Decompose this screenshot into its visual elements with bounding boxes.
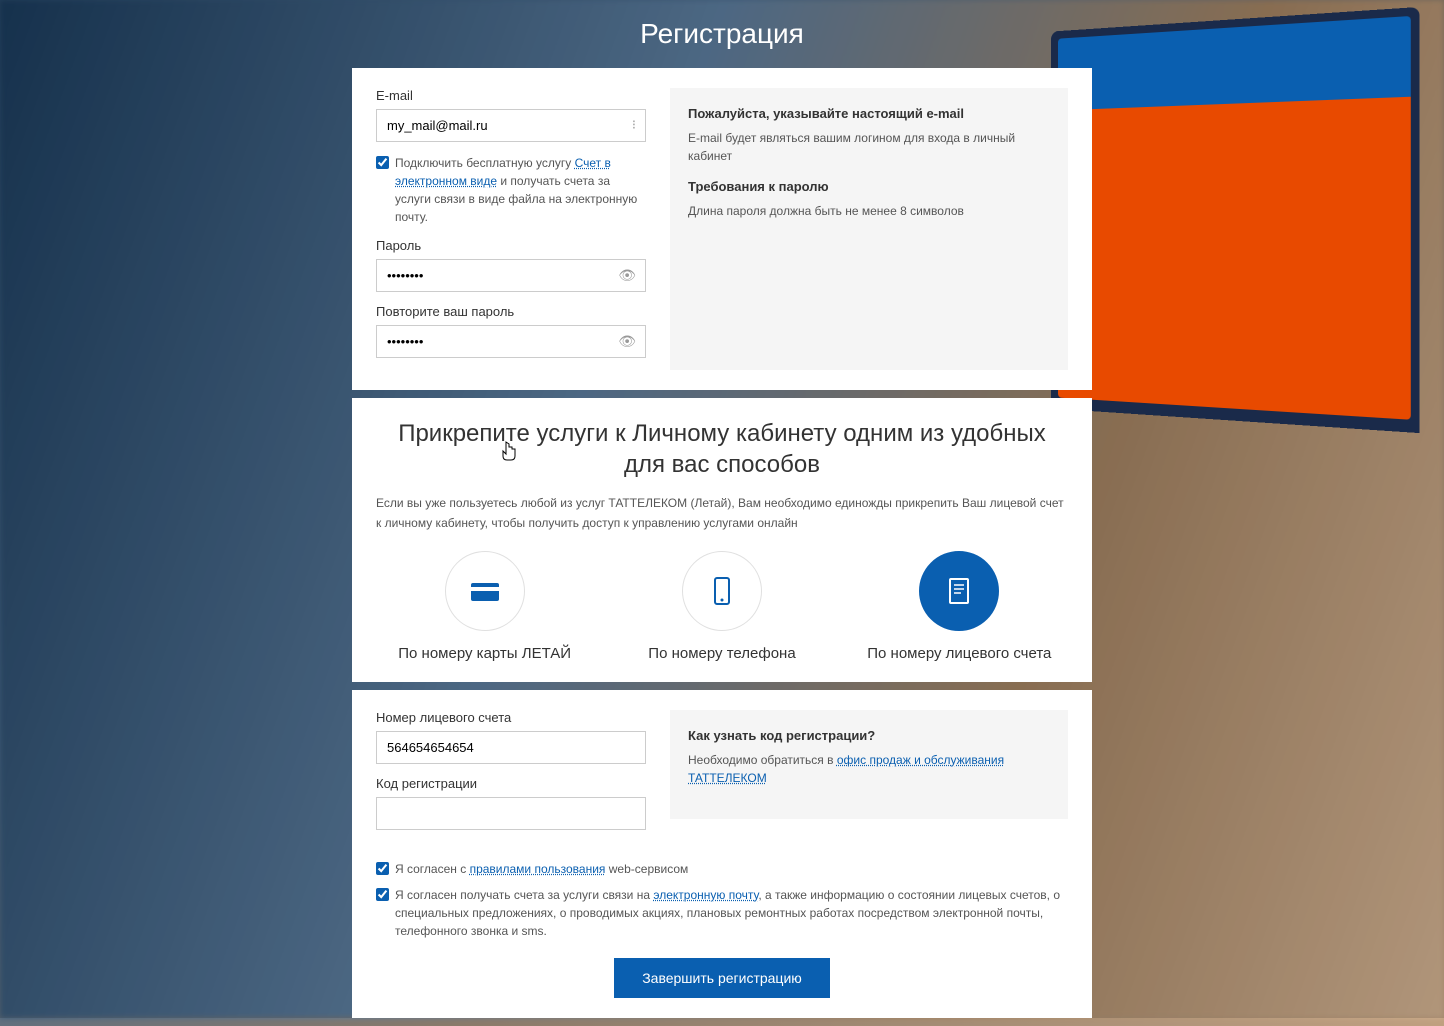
account-number-label: Номер лицевого счета [376, 710, 646, 725]
code-hint-box: Как узнать код регистрации? Необходимо о… [670, 710, 1068, 819]
option-card[interactable]: По номеру карты ЛЕТАЙ [376, 551, 593, 662]
option-phone-label: По номеру телефона [613, 645, 830, 662]
account-panel: Номер лицевого счета Код регистрации Как… [352, 690, 1092, 1018]
code-hint-text: Необходимо обратиться в офис продаж и об… [688, 751, 1050, 787]
credentials-panel: E-mail ⁝ Подключить бесплатную услугу Сч… [352, 68, 1092, 390]
password-label: Пароль [376, 238, 646, 253]
confirm-label: Повторите ваш пароль [376, 304, 646, 319]
account-number-input[interactable] [376, 731, 646, 764]
hint-pw-text: Длина пароля должна быть не менее 8 симв… [688, 202, 1050, 220]
connect-label: Подключить бесплатную услугу Счет в элек… [395, 154, 646, 226]
password-input[interactable] [376, 259, 646, 292]
agree-rules-checkbox[interactable] [376, 862, 389, 875]
key-icon: ⁝ [632, 117, 636, 133]
email-input[interactable] [376, 109, 646, 142]
rules-link[interactable]: правилами пользования [470, 862, 606, 876]
eye-icon[interactable]: 👁 [618, 267, 636, 284]
attach-title: Прикрепите услуги к Личному кабинету одн… [376, 418, 1068, 480]
card-icon [445, 551, 525, 631]
reg-code-label: Код регистрации [376, 776, 646, 791]
agree-rules-label: Я согласен с правилами пользования web-с… [395, 860, 688, 878]
connect-checkbox[interactable] [376, 156, 389, 169]
attach-subtitle: Если вы уже пользуетесь любой из услуг Т… [376, 494, 1068, 532]
hints-box: Пожалуйста, указывайте настоящий e-mail … [670, 88, 1068, 370]
hint-pw-title: Требования к паролю [688, 179, 1050, 194]
phone-icon [682, 551, 762, 631]
reg-code-input[interactable] [376, 797, 646, 830]
option-account[interactable]: По номеру лицевого счета [851, 551, 1068, 662]
attach-panel: Прикрепите услуги к Личному кабинету одн… [352, 398, 1092, 682]
email-link[interactable]: электронную почту [653, 888, 758, 902]
code-hint-title: Как узнать код регистрации? [688, 728, 1050, 743]
option-card-label: По номеру карты ЛЕТАЙ [376, 645, 593, 662]
option-account-label: По номеру лицевого счета [851, 645, 1068, 662]
submit-button[interactable]: Завершить регистрацию [614, 958, 830, 998]
hint-email-text: E-mail будет являться вашим логином для … [688, 129, 1050, 165]
document-icon [919, 551, 999, 631]
page-title: Регистрация [0, 0, 1444, 68]
email-label: E-mail [376, 88, 646, 103]
confirm-input[interactable] [376, 325, 646, 358]
eye-icon[interactable]: 👁 [618, 333, 636, 350]
agree-marketing-label: Я согласен получать счета за услуги связ… [395, 886, 1068, 940]
agree-marketing-checkbox[interactable] [376, 888, 389, 901]
option-phone[interactable]: По номеру телефона [613, 551, 830, 662]
hint-email-title: Пожалуйста, указывайте настоящий e-mail [688, 106, 1050, 121]
